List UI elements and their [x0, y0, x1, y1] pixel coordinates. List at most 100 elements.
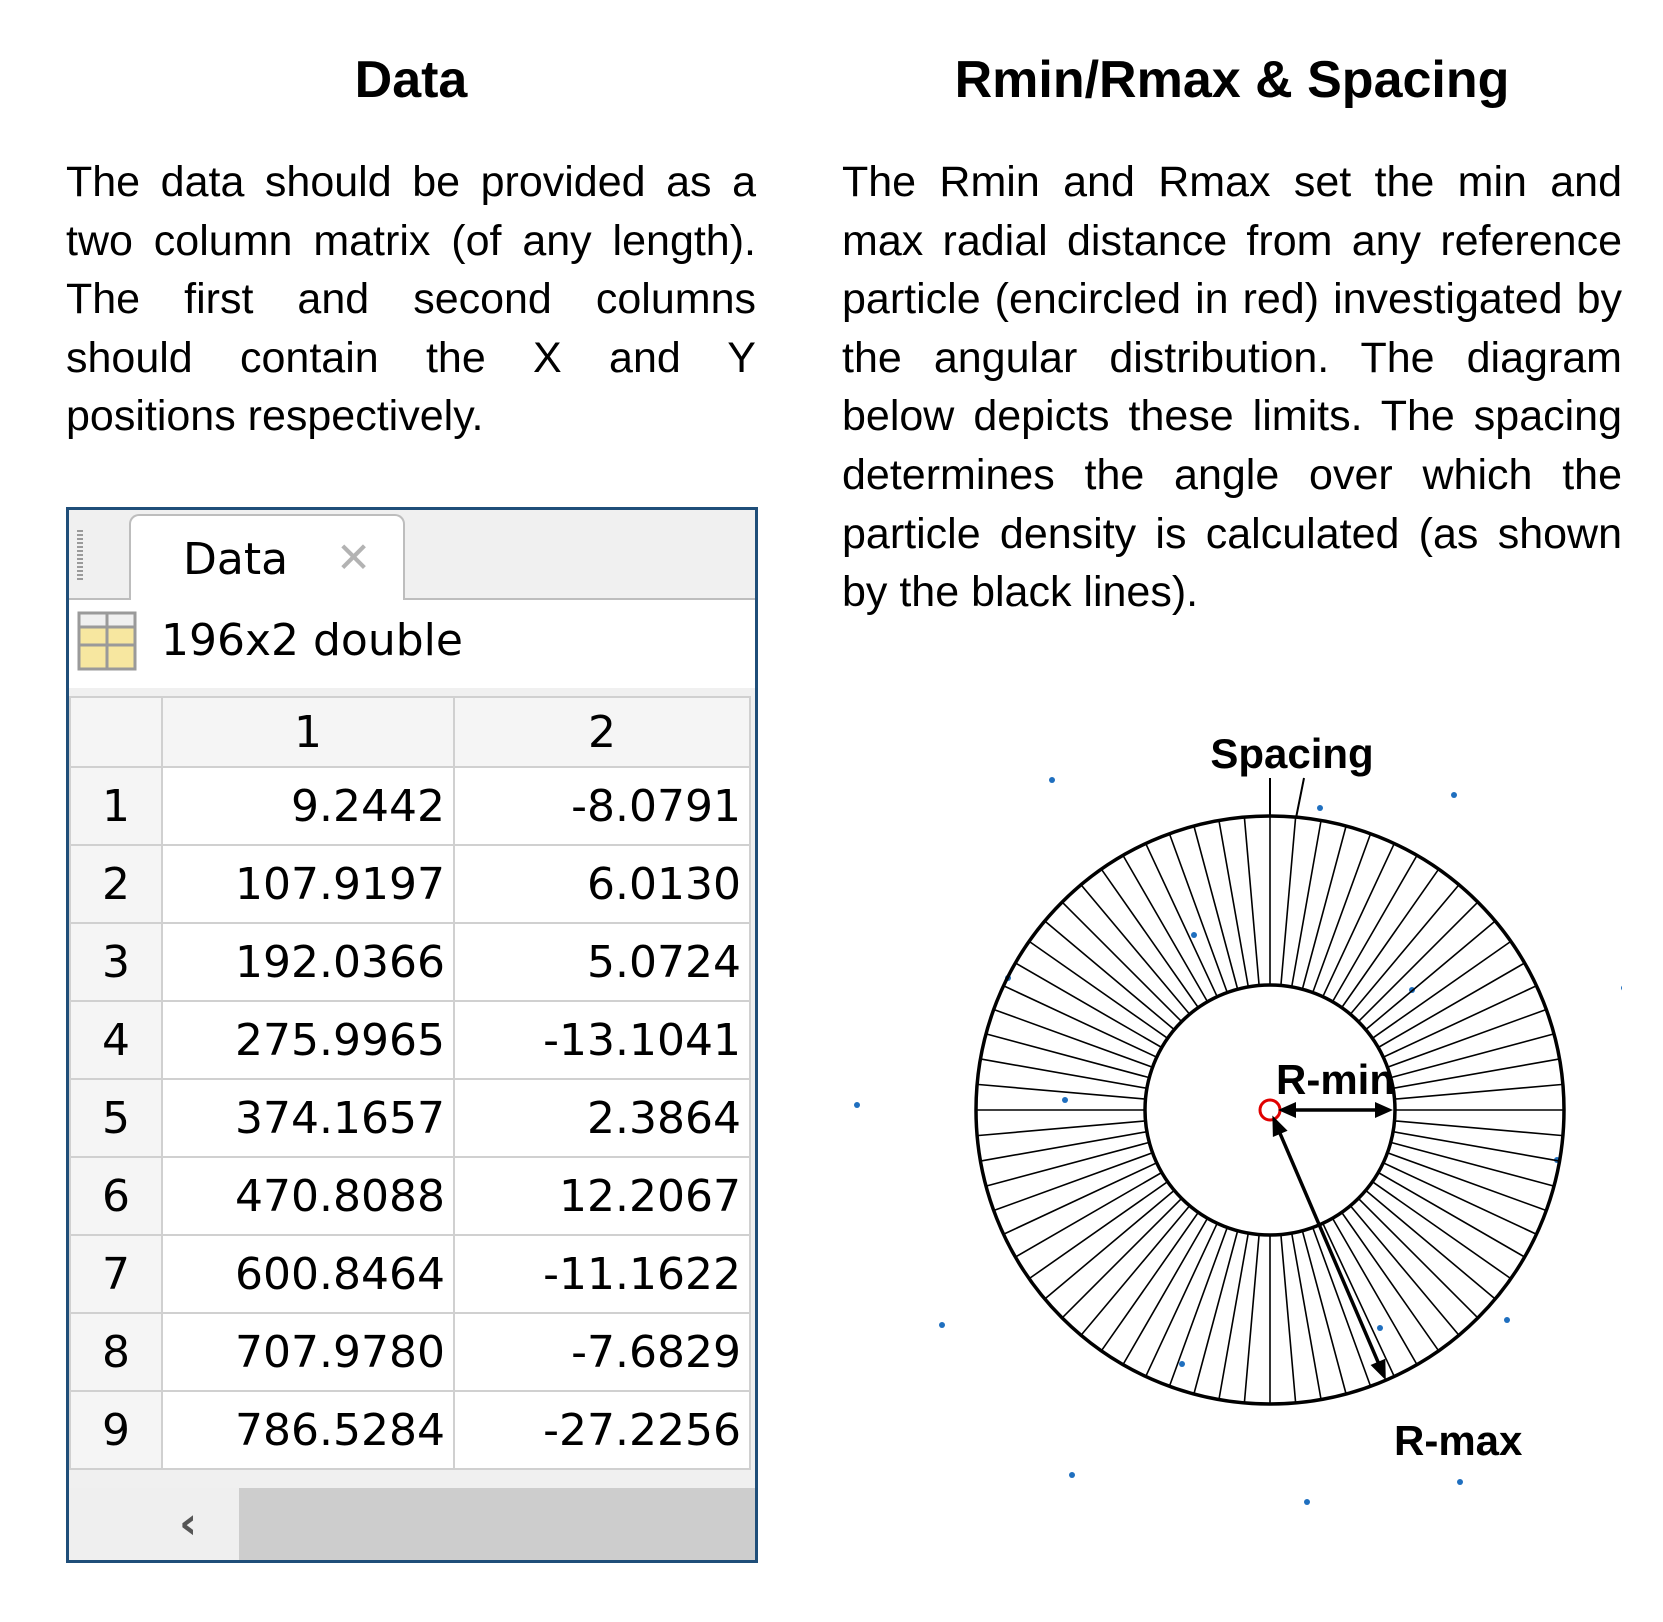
- row-header[interactable]: 5: [69, 1078, 163, 1158]
- table-cell[interactable]: 275.9965: [161, 1000, 455, 1080]
- arrow-head: [1370, 1358, 1386, 1381]
- data-table: 1 2 1 9.2442 -8.0791 2 107.9197 6.0130 3 192.03…: [69, 696, 751, 1470]
- drag-grip-icon[interactable]: [77, 530, 83, 582]
- spacing-line: [1218, 1232, 1250, 1400]
- angular-distribution-diagram: Spacing R-min R-max: [854, 730, 1622, 1505]
- spacing-line: [985, 1033, 1150, 1079]
- particle-dot: [939, 1322, 945, 1328]
- chevron-left-icon[interactable]: ‹: [179, 1498, 197, 1550]
- column-header-1[interactable]: 1: [161, 696, 455, 768]
- spacing-line: [1392, 1058, 1560, 1090]
- particle-dot: [1069, 1472, 1075, 1478]
- row-header[interactable]: 6: [69, 1156, 163, 1236]
- table-grid-icon: [77, 611, 137, 671]
- spacing-line: [1377, 962, 1526, 1049]
- table-row: 6 470.8088 12.2067: [69, 1156, 751, 1236]
- spacing-line: [1014, 1171, 1163, 1258]
- spacing-line: [1394, 1083, 1563, 1100]
- spacing-line: [977, 1083, 1146, 1100]
- spacing-line: [1193, 825, 1239, 990]
- column-header-2[interactable]: 2: [453, 696, 751, 768]
- table-row: 1 9.2442 -8.0791: [69, 766, 751, 846]
- spacing-line: [1100, 1211, 1199, 1352]
- spacing-line: [985, 1141, 1150, 1187]
- spacing-line: [1028, 940, 1169, 1039]
- table-cell[interactable]: -8.0791: [453, 766, 751, 846]
- spacing-line: [1028, 1181, 1169, 1280]
- spacing-line: [1341, 868, 1440, 1009]
- spacing-line: [1061, 901, 1183, 1023]
- table-row: 8 707.9780 -7.6829: [69, 1312, 751, 1392]
- spacing-line: [1014, 962, 1163, 1049]
- data-description: The data should be provided as a two col…: [66, 158, 756, 441]
- table-cell[interactable]: 2.3864: [453, 1078, 751, 1158]
- row-header[interactable]: 3: [69, 922, 163, 1002]
- table-cell[interactable]: 786.5284: [161, 1390, 455, 1470]
- table-cell[interactable]: -27.2256: [453, 1390, 751, 1470]
- table-cell[interactable]: 9.2442: [161, 766, 455, 846]
- table-cell[interactable]: 107.9197: [161, 844, 455, 924]
- scrollbar-thumb[interactable]: [239, 1488, 755, 1560]
- particle-dot: [1621, 985, 1622, 991]
- data-heading: Data: [354, 51, 468, 109]
- spacing-line: [1100, 868, 1199, 1009]
- row-header[interactable]: 7: [69, 1234, 163, 1314]
- table-cell[interactable]: 600.8464: [161, 1234, 455, 1314]
- table-cell[interactable]: -13.1041: [453, 1000, 751, 1080]
- spacing-line: [1061, 1197, 1183, 1319]
- spacing-line: [1280, 817, 1297, 986]
- variable-editor: Data ✕ 196x2 double 1 2 1 9.2442 -8.0791 2 1…: [66, 507, 758, 1563]
- table-cell[interactable]: 192.0366: [161, 922, 455, 1002]
- row-header[interactable]: 9: [69, 1390, 163, 1470]
- spacing-line: [1377, 1171, 1526, 1258]
- row-header[interactable]: 2: [69, 844, 163, 924]
- row-header[interactable]: 1: [69, 766, 163, 846]
- spacing-line: [980, 1058, 1148, 1090]
- rmin-rmax-description: The Rmin and Rmax set the min and max ra…: [842, 158, 1622, 617]
- table-cell[interactable]: -11.1622: [453, 1234, 751, 1314]
- table-row: 3 192.0366 5.0724: [69, 922, 751, 1002]
- spacing-line: [1218, 820, 1250, 988]
- spacing-label: Spacing: [1210, 730, 1373, 777]
- rmax-label: R-max: [1394, 1417, 1523, 1464]
- tab-label: Data: [183, 534, 289, 585]
- table-cell[interactable]: 12.2067: [453, 1156, 751, 1236]
- table-cell[interactable]: 5.0724: [453, 922, 751, 1002]
- spacing-line: [1371, 1181, 1512, 1280]
- particle-dot: [1049, 777, 1055, 783]
- spacing-line: [1331, 854, 1418, 1003]
- horizontal-scrollbar[interactable]: ‹: [69, 1488, 755, 1560]
- spacing-line: [1290, 1232, 1322, 1400]
- table-cell[interactable]: 707.9780: [161, 1312, 455, 1392]
- table-cell[interactable]: 374.1657: [161, 1078, 455, 1158]
- tab-data[interactable]: Data ✕: [129, 514, 405, 602]
- rmin-label: R-min: [1276, 1056, 1395, 1103]
- row-header[interactable]: 8: [69, 1312, 163, 1392]
- particle-dot: [1179, 1361, 1185, 1367]
- table-cell[interactable]: 6.0130: [453, 844, 751, 924]
- spacing-line: [1193, 1230, 1239, 1395]
- close-icon[interactable]: ✕: [336, 532, 371, 584]
- spacing-line: [1243, 1234, 1260, 1403]
- spacing-indicator-line: [1295, 777, 1305, 819]
- table-cell[interactable]: -7.6829: [453, 1312, 751, 1392]
- row-header[interactable]: 4: [69, 1000, 163, 1080]
- particle-dot: [1191, 932, 1197, 938]
- spacing-line: [1390, 1141, 1555, 1187]
- table-row: 4 275.9965 -13.1041: [69, 1000, 751, 1080]
- spacing-line: [1301, 825, 1347, 990]
- spacing-line: [1122, 1217, 1209, 1366]
- variable-size-label: 196x2 double: [161, 615, 463, 666]
- spacing-line: [1394, 1120, 1563, 1137]
- rmin-rmax-spacing-heading: Rmin/Rmax & Spacing: [954, 51, 1510, 109]
- spacing-line: [1357, 1197, 1479, 1319]
- corner-cell[interactable]: [69, 696, 163, 768]
- particle-dot: [1457, 1479, 1463, 1485]
- particle-dot: [1317, 805, 1323, 811]
- table-header-row: 1 2: [69, 696, 751, 768]
- spacing-line: [1243, 817, 1260, 986]
- particle-dot: [1451, 792, 1457, 798]
- spacing-line: [1331, 1217, 1418, 1366]
- table-row: 9 786.5284 -27.2256: [69, 1390, 751, 1470]
- table-cell[interactable]: 470.8088: [161, 1156, 455, 1236]
